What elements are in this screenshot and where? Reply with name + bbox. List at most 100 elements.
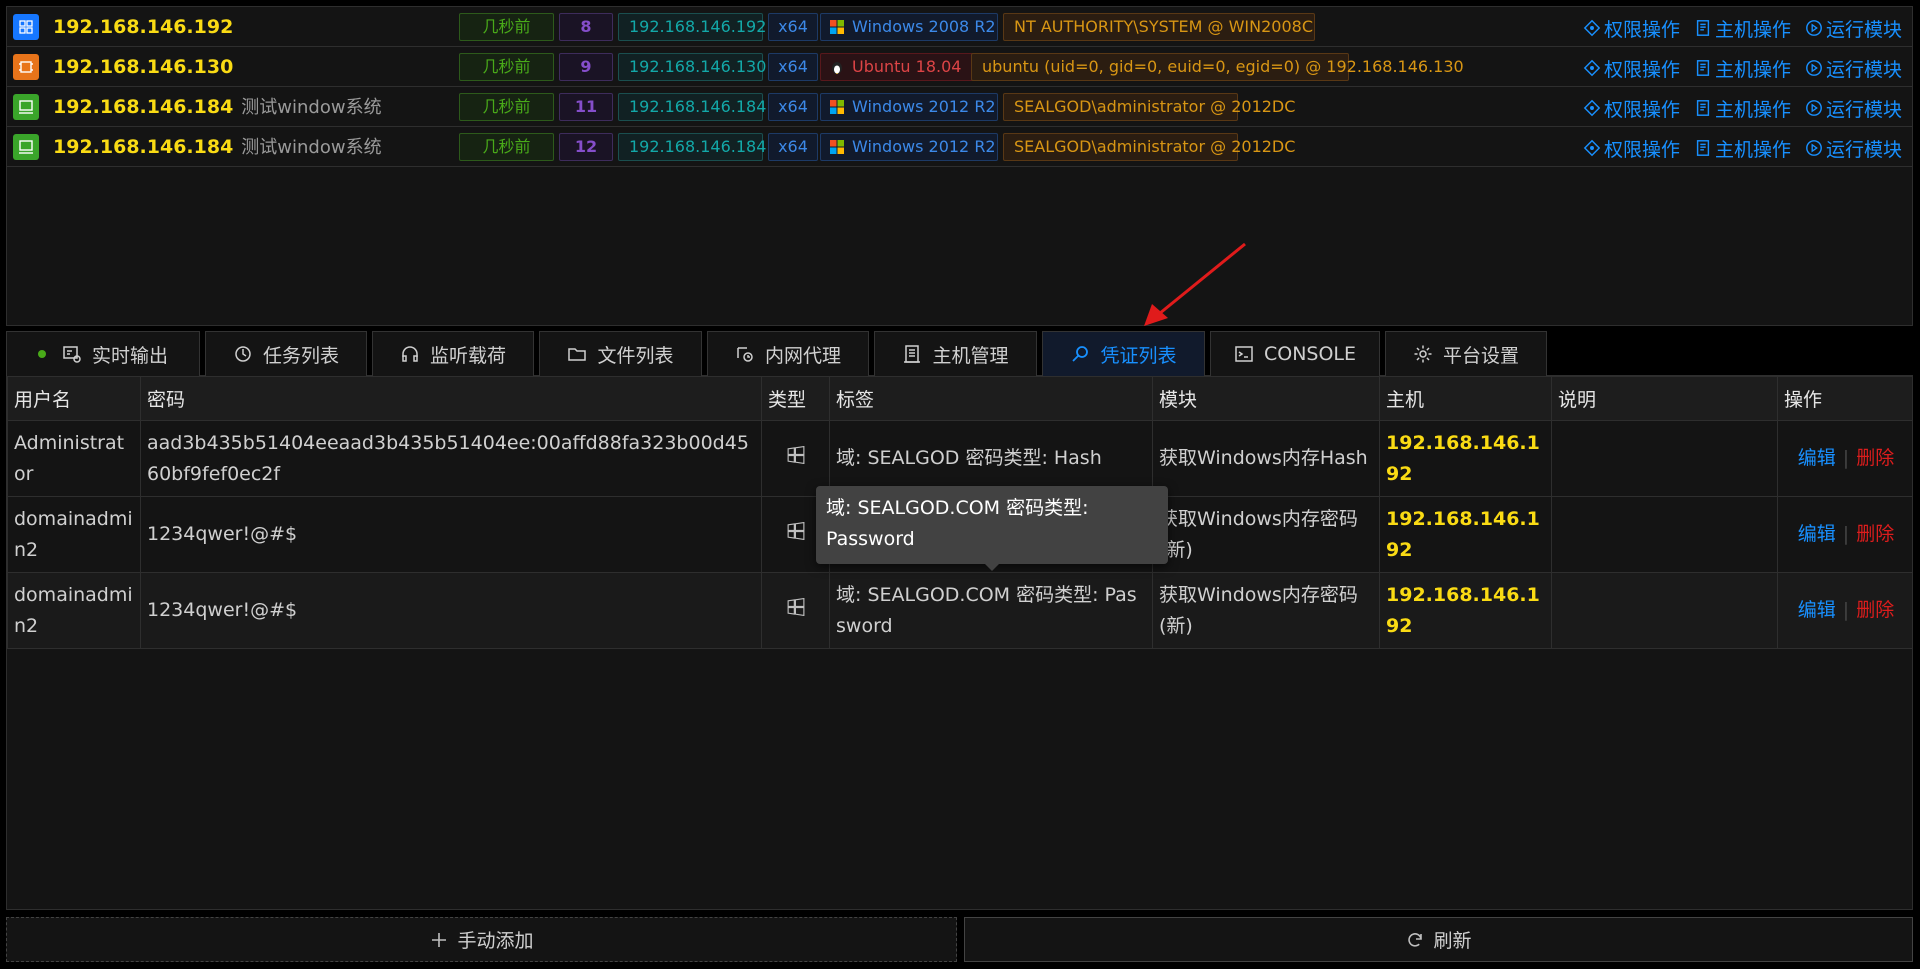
- windows-flag-icon: [829, 99, 845, 115]
- run-module-label: 运行模块: [1825, 18, 1902, 41]
- action-divider: |: [1842, 599, 1850, 621]
- manual-add-label: 手动添加: [457, 930, 534, 952]
- tab-label: 监听载荷: [429, 344, 506, 367]
- tab-7[interactable]: 凭证列表: [1042, 331, 1205, 376]
- credential-panel: 用户名 密码 类型 标签 模块 主机 说明 操作 Administrator a…: [6, 376, 1913, 910]
- cell-type: [761, 572, 830, 649]
- session-os-label: Ubuntu 18.04: [852, 57, 962, 76]
- linux-icon: [13, 54, 39, 80]
- edit-link[interactable]: 编辑: [1798, 523, 1836, 545]
- session-host[interactable]: 192.168.146.184 测试window系统: [53, 95, 382, 123]
- host-ops-link[interactable]: 主机操作: [1694, 94, 1791, 122]
- delete-link[interactable]: 删除: [1856, 523, 1894, 545]
- session-row[interactable]: 192.168.146.130 几秒前 9 192.168.146.130 x6…: [7, 47, 1912, 87]
- monitor-icon: [13, 134, 39, 160]
- play-icon: [1805, 19, 1823, 37]
- session-os-tag: Windows 2008 R2: [820, 13, 998, 41]
- cell-host: 192.168.146.192: [1379, 420, 1552, 497]
- column-header-tag[interactable]: 标签: [829, 376, 1153, 421]
- session-os-tag: Windows 2012 R2: [820, 133, 998, 161]
- terminal-icon: [1234, 344, 1254, 364]
- cell-password: 1234qwer!@#$: [140, 572, 762, 649]
- tab-5[interactable]: 内网代理: [707, 331, 869, 376]
- delete-link[interactable]: 删除: [1856, 447, 1894, 469]
- session-arch-tag: x64: [768, 133, 818, 161]
- session-row[interactable]: 192.168.146.184 测试window系统 几秒前 12 192.168…: [7, 127, 1912, 167]
- run-module-link[interactable]: 运行模块: [1805, 54, 1902, 82]
- column-header-host[interactable]: 主机: [1379, 376, 1552, 421]
- session-actions: 权限操作 主机操作 运行模块: [1583, 134, 1902, 162]
- play-icon: [1805, 59, 1823, 77]
- session-row[interactable]: 192.168.146.192 几秒前 8 192.168.146.192 x6…: [7, 7, 1912, 47]
- cell-module: 获取Windows内存Hash: [1152, 420, 1380, 497]
- tab-3[interactable]: 监听载荷: [372, 331, 534, 376]
- privilege-ops-label: 权限操作: [1603, 138, 1680, 161]
- session-ip-tag: 192.168.146.192: [618, 13, 766, 41]
- headphones-icon: [400, 344, 420, 364]
- privilege-icon: [1583, 19, 1601, 37]
- session-ip-tag: 192.168.146.184: [618, 133, 766, 161]
- session-id-tag: 11: [559, 93, 613, 121]
- column-header-username[interactable]: 用户名: [7, 376, 141, 421]
- cell-module: 获取Windows内存密码(新): [1152, 496, 1380, 573]
- session-user-tag: SEALGOD\administrator @ 2012DC: [1003, 93, 1295, 121]
- session-note: 测试window系统: [241, 137, 382, 158]
- privilege-ops-label: 权限操作: [1603, 58, 1680, 81]
- cell-actions: 编辑 | 删除: [1777, 420, 1912, 497]
- run-module-link[interactable]: 运行模块: [1805, 94, 1902, 122]
- tab-4[interactable]: 文件列表: [539, 331, 702, 376]
- windows-icon: [787, 446, 805, 464]
- run-module-link[interactable]: 运行模块: [1805, 14, 1902, 42]
- table-row[interactable]: domainadmin2 1234qwer!@#$ 域: SEALGOD.COM…: [7, 572, 1912, 649]
- host-ops-label: 主机操作: [1714, 18, 1791, 41]
- tab-1[interactable]: 实时输出: [6, 331, 200, 376]
- cell-username: Administrator: [7, 420, 141, 497]
- session-row[interactable]: 192.168.146.184 测试window系统 几秒前 11 192.168…: [7, 87, 1912, 127]
- cell-module: 获取Windows内存密码(新): [1152, 572, 1380, 649]
- session-ip-tag: 192.168.146.184: [618, 93, 766, 121]
- action-divider: |: [1842, 447, 1850, 469]
- tab-6[interactable]: 主机管理: [874, 331, 1037, 376]
- edit-link[interactable]: 编辑: [1798, 599, 1836, 621]
- host-ops-link[interactable]: 主机操作: [1694, 54, 1791, 82]
- column-header-module[interactable]: 模块: [1152, 376, 1380, 421]
- cell-tag: 域: SEALGOD.COM 密码类型: Password: [829, 572, 1153, 649]
- column-header-note[interactable]: 说明: [1551, 376, 1778, 421]
- key-icon: [1070, 344, 1090, 364]
- live-status-dot: [37, 350, 46, 358]
- host-ops-link[interactable]: 主机操作: [1694, 134, 1791, 162]
- session-id-tag: 12: [559, 133, 613, 161]
- column-header-password[interactable]: 密码: [140, 376, 762, 421]
- tab-8[interactable]: CONSOLE: [1210, 331, 1380, 376]
- edit-link[interactable]: 编辑: [1798, 447, 1836, 469]
- tab-label: 凭证列表: [1100, 344, 1177, 367]
- run-module-link[interactable]: 运行模块: [1805, 134, 1902, 162]
- cell-host: 192.168.146.192: [1379, 572, 1552, 649]
- tab-label: 内网代理: [764, 344, 841, 367]
- session-time-tag: 几秒前: [459, 93, 554, 121]
- session-list: 192.168.146.192 几秒前 8 192.168.146.192 x6…: [6, 6, 1913, 326]
- privilege-ops-link[interactable]: 权限操作: [1583, 134, 1680, 162]
- manual-add-button[interactable]: 手动添加: [6, 917, 957, 962]
- privilege-ops-link[interactable]: 权限操作: [1583, 54, 1680, 82]
- tab-2[interactable]: 任务列表: [205, 331, 367, 376]
- session-host-ip: 192.168.146.184: [53, 136, 234, 158]
- delete-link[interactable]: 删除: [1856, 599, 1894, 621]
- session-host[interactable]: 192.168.146.130: [53, 55, 241, 83]
- column-header-type[interactable]: 类型: [761, 376, 830, 421]
- tab-bar: 实时输出 任务列表 监听载荷 文件列表 内网代理 主机管理 凭证列表 CONSOLE 平台设置: [6, 331, 1913, 376]
- session-host[interactable]: 192.168.146.184 测试window系统: [53, 135, 382, 163]
- tag-tooltip: 域: SEALGOD.COM 密码类型: Password: [816, 486, 1168, 571]
- column-header-actions: 操作: [1777, 376, 1912, 421]
- privilege-ops-link[interactable]: 权限操作: [1583, 94, 1680, 122]
- session-host[interactable]: 192.168.146.192: [53, 15, 241, 43]
- host-ops-icon: [1694, 99, 1712, 117]
- privilege-ops-link[interactable]: 权限操作: [1583, 14, 1680, 42]
- refresh-button[interactable]: 刷新: [964, 917, 1913, 962]
- session-host-ip: 192.168.146.192: [53, 16, 234, 38]
- session-arch-tag: x64: [768, 53, 818, 81]
- session-user-tag: NT AUTHORITY\SYSTEM @ WIN2008C: [1003, 13, 1315, 41]
- tab-9[interactable]: 平台设置: [1385, 331, 1547, 376]
- host-ops-label: 主机操作: [1714, 98, 1791, 121]
- host-ops-link[interactable]: 主机操作: [1694, 14, 1791, 42]
